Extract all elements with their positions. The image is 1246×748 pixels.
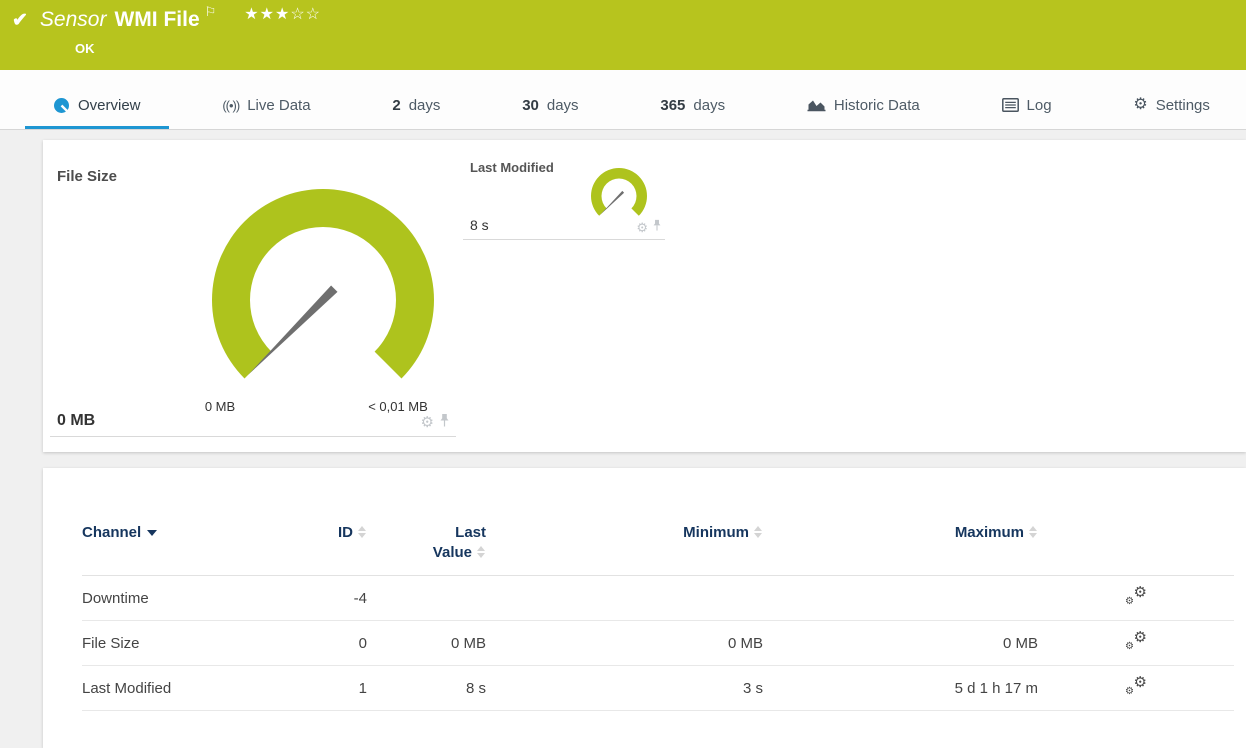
priority-stars[interactable]: ★★★☆☆ <box>244 5 321 25</box>
channel-settings-gears-icon[interactable]: ⚙ ⚙ <box>1125 585 1147 607</box>
column-header-channel[interactable]: Channel <box>82 523 282 576</box>
log-icon <box>1001 98 1019 112</box>
gauge-min-label: 0 MB <box>204 399 236 414</box>
tab-label: Log <box>1026 96 1052 114</box>
channel-last-value: 0 MB <box>367 620 486 666</box>
status-badge: OK <box>75 41 95 56</box>
channel-maximum <box>763 575 1038 621</box>
channel-settings-gears-icon[interactable]: ⚙ ⚙ <box>1125 630 1147 652</box>
last-modified-gauge <box>591 168 647 216</box>
channel-settings-cell: ⚙ ⚙ <box>1038 575 1234 621</box>
channel-minimum: 0 MB <box>486 620 763 666</box>
channel-settings-cell: ⚙ ⚙ <box>1038 620 1234 666</box>
tab-settings[interactable]: ⚙ Settings <box>1105 86 1238 129</box>
sensor-kind-label: Sensor <box>39 8 107 31</box>
sort-icon <box>477 546 486 558</box>
channel-table: Channel ID Last Value Minimum Maximum Do… <box>82 523 1234 711</box>
channel-last-value: 8 s <box>367 665 486 711</box>
column-header-settings <box>1038 523 1234 576</box>
sort-icon <box>358 526 367 538</box>
status-ok-check-icon: ✔ <box>12 10 28 31</box>
gauge-icon <box>53 97 70 114</box>
column-header-maximum[interactable]: Maximum <box>763 523 1038 576</box>
pin-icon[interactable] <box>652 218 662 236</box>
gauge-title: Last Modified <box>470 160 554 175</box>
tab-log[interactable]: Log <box>974 86 1080 129</box>
last-modified-gauge-block: Last Modified 8 s ⚙ <box>463 156 665 240</box>
tab-historic-data[interactable]: Historic Data <box>779 86 948 129</box>
broadcast-icon: ((•)) <box>222 97 240 113</box>
pin-icon[interactable] <box>439 413 450 432</box>
gauge-max-label: < 0,01 MB <box>368 399 428 414</box>
column-label: Channel <box>82 524 142 541</box>
tab-number: 30 <box>522 96 539 114</box>
column-label: Maximum <box>954 524 1024 541</box>
tab-365-days[interactable]: 365 days <box>632 86 753 129</box>
flag-icon[interactable]: ⚐ <box>205 4 217 20</box>
table-row-last-modified: Last Modified 1 8 s 3 s 5 d 1 h 17 m ⚙ ⚙ <box>82 665 1234 711</box>
content-area: File Size 0 MB < 0,01 MB 0 MB ⚙ Last Mod <box>0 130 1246 748</box>
gear-icon: ⚙ <box>1133 96 1148 113</box>
channel-maximum: 5 d 1 h 17 m <box>763 665 1038 711</box>
file-size-gauge-block: File Size 0 MB < 0,01 MB 0 MB ⚙ <box>50 158 456 437</box>
channel-table-panel: Channel ID Last Value Minimum Maximum Do… <box>43 468 1246 748</box>
channel-last-value <box>367 575 486 621</box>
sensor-title-row: ✔ Sensor WMI File ⚐ ★★★☆☆ <box>12 4 321 34</box>
column-label: ID <box>338 524 353 541</box>
tab-number: 2 <box>392 96 401 114</box>
column-label: Minimum <box>683 524 749 541</box>
file-size-gauge <box>212 189 434 379</box>
gauge-title: File Size <box>57 168 118 185</box>
area-chart-icon <box>807 98 826 113</box>
gear-icon[interactable]: ⚙ <box>636 221 648 234</box>
tab-2-days[interactable]: 2 days <box>364 86 468 129</box>
tab-label: Settings <box>1155 96 1210 114</box>
tab-label: days <box>693 96 726 114</box>
table-header-row: Channel ID Last Value Minimum Maximum <box>82 523 1234 576</box>
gauge-current-value: 8 s <box>470 217 489 233</box>
tab-label: days <box>408 96 441 114</box>
tab-label: days <box>546 96 579 114</box>
channel-name: Downtime <box>82 575 282 621</box>
channel-id: -4 <box>282 575 367 621</box>
table-row-downtime: Downtime -4 ⚙ ⚙ <box>82 575 1234 621</box>
tab-label: Overview <box>78 96 141 114</box>
channel-name: Last Modified <box>82 665 282 711</box>
gauge-controls: ⚙ <box>636 218 662 236</box>
channel-settings-cell: ⚙ ⚙ <box>1038 665 1234 711</box>
tab-label: Live Data <box>247 96 311 114</box>
tab-overview[interactable]: Overview <box>25 86 169 129</box>
sort-icon <box>754 526 763 538</box>
tab-bar: Overview ((•)) Live Data 2 days 30 days … <box>0 70 1246 130</box>
column-header-id[interactable]: ID <box>282 523 367 576</box>
column-header-last-value[interactable]: Last Value <box>367 523 486 576</box>
channel-maximum: 0 MB <box>763 620 1038 666</box>
channel-name: File Size <box>82 620 282 666</box>
channel-minimum: 3 s <box>486 665 763 711</box>
table-row-file-size: File Size 0 0 MB 0 MB 0 MB ⚙ ⚙ <box>82 620 1234 666</box>
sort-desc-icon <box>147 530 158 536</box>
gauge-controls: ⚙ <box>421 413 450 432</box>
tab-live-data[interactable]: ((•)) Live Data <box>194 86 338 129</box>
tab-label: Historic Data <box>833 96 920 114</box>
channel-id: 1 <box>282 665 367 711</box>
column-header-minimum[interactable]: Minimum <box>486 523 763 576</box>
channel-settings-gears-icon[interactable]: ⚙ ⚙ <box>1125 675 1147 697</box>
channel-minimum <box>486 575 763 621</box>
sort-icon <box>1029 526 1038 538</box>
page-title: WMI File <box>114 8 200 31</box>
sensor-header: ✔ Sensor WMI File ⚐ ★★★☆☆ OK <box>0 0 1246 70</box>
gear-icon[interactable]: ⚙ <box>421 415 434 430</box>
tab-30-days[interactable]: 30 days <box>494 86 606 129</box>
gauges-panel: File Size 0 MB < 0,01 MB 0 MB ⚙ Last Mod <box>43 140 1246 452</box>
tab-number: 365 <box>660 96 686 114</box>
channel-id: 0 <box>282 620 367 666</box>
gauge-current-value: 0 MB <box>57 412 96 429</box>
